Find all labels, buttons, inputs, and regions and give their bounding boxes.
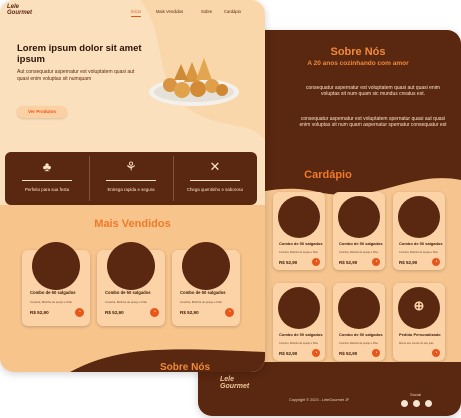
feature-item: ⚘ Entrega rapida e segura — [89, 152, 173, 205]
about-paragraph-1: consequatur aspernatur est voluptatem qu… — [306, 85, 440, 97]
product-image — [278, 196, 320, 238]
product-image — [182, 242, 230, 290]
product-price: R$ 52,90 — [339, 260, 358, 265]
copyright-text: Copyright © 2023 - LeleGourmet JF — [289, 398, 350, 402]
custom-order-card[interactable]: ⊕ Pedido Personalizado Monte seu combo d… — [393, 283, 445, 361]
feature-item: ♣ Perfeito para sua festa — [5, 152, 89, 205]
whatsapp-order-icon[interactable]: ◔ — [225, 308, 234, 317]
menu-title: Cardápio — [304, 169, 352, 181]
best-sellers-title: Mais Vendidos — [94, 218, 171, 230]
best-seller-card[interactable]: Combo de 50 salgados Coxinha, Bolinha de… — [97, 242, 165, 326]
about-title: Sobre Nós — [330, 46, 386, 58]
product-description: Coxinha, Bolinha de queijo e Kibe — [180, 300, 222, 304]
menu-card[interactable]: Combo de 50 salgados Coxinha, Bolinha de… — [273, 192, 325, 270]
product-description: Coxinha, Bolinha de queijo e Kibe — [399, 251, 438, 254]
product-price: R$ 52,90 — [279, 260, 298, 265]
facebook-icon[interactable] — [413, 400, 420, 407]
nav-item-mais-vendidos[interactable]: Mais Vendidos — [156, 9, 183, 14]
about-section-title: Sobre Nós — [160, 362, 211, 372]
product-description: Coxinha, Bolinha de queijo e Kibe — [339, 342, 378, 345]
home-page: Lele Gourmet Início Mais Vendidos Sobre C… — [0, 0, 265, 372]
about-subtitle: A 20 anos cozinhando com amor — [307, 60, 409, 67]
product-name: Combo de 50 salgados — [180, 290, 226, 295]
feature-text: Entrega rapida e segura — [107, 187, 155, 192]
whatsapp-order-icon[interactable]: ◔ — [75, 308, 84, 317]
whatsapp-icon[interactable] — [425, 400, 432, 407]
nav-item-sobre[interactable]: Sobre — [201, 9, 212, 14]
about-paragraph-2: consequatur aspernatur est voluptatem sp… — [299, 116, 447, 128]
product-price: R$ 52,90 — [180, 310, 199, 315]
cutlery-icon: ✕ — [209, 159, 221, 174]
product-price: R$ 52,90 — [279, 351, 298, 356]
brand-logo[interactable]: Lele Gourmet — [7, 4, 32, 16]
whatsapp-order-icon[interactable]: ◔ — [372, 349, 380, 357]
social-label: Social — [410, 392, 421, 397]
product-image — [278, 287, 320, 329]
view-products-button[interactable]: Ver Produtos — [17, 106, 67, 118]
nav-item-inicio[interactable]: Início — [131, 9, 142, 17]
product-image — [32, 242, 80, 290]
feature-text: Perfeito para sua festa — [24, 187, 70, 192]
product-image — [338, 196, 380, 238]
product-name: Combo de 50 salgados — [339, 241, 383, 246]
product-image — [338, 287, 380, 329]
best-seller-card[interactable]: Combo de 50 salgados Coxinha, Bolinha de… — [172, 242, 240, 326]
product-name: Combo de 50 salgados — [339, 332, 383, 337]
product-price: R$ 52,90 — [105, 310, 124, 315]
product-description: Monte seu combo do seu jeito — [399, 342, 434, 345]
menu-card[interactable]: Combo de 50 salgados Coxinha, Bolinha de… — [273, 283, 325, 361]
product-name: Combo de 50 salgados — [30, 290, 76, 295]
menu-card[interactable]: Combo de 50 salgados Coxinha, Bolinha de… — [393, 192, 445, 270]
snacks-plate-image — [149, 58, 239, 106]
feature-item: ✕ Chega quentinho e saboroso — [173, 152, 257, 205]
product-description: Coxinha, Bolinha de queijo e Kibe — [279, 251, 318, 254]
product-name: Combo de 50 salgados — [279, 241, 323, 246]
product-price: R$ 52,90 — [399, 260, 418, 265]
whatsapp-order-icon[interactable]: ◔ — [432, 258, 440, 266]
best-seller-card[interactable]: Combo de 50 salgados Coxinha, Bolinha de… — [22, 242, 90, 326]
top-navigation: Lele Gourmet Início Mais Vendidos Sobre C… — [0, 0, 265, 24]
hero-text: Aut consequatur aspernatur est voluptate… — [17, 69, 135, 82]
product-description: Coxinha, Bolinha de queijo e Kibe — [279, 342, 318, 345]
product-name: Combo de 50 salgados — [279, 332, 323, 337]
whatsapp-order-icon[interactable]: ◔ — [372, 258, 380, 266]
whatsapp-order-icon[interactable]: ◔ — [312, 258, 320, 266]
moped-icon: ⚘ — [125, 159, 137, 174]
custom-order-image: ⊕ — [398, 287, 440, 329]
menu-card[interactable]: Combo de 50 salgados Coxinha, Bolinha de… — [333, 192, 385, 270]
product-price: R$ 52,90 — [30, 310, 49, 315]
features-bar: ♣ Perfeito para sua festa ⚘ Entrega rapi… — [5, 152, 257, 205]
whatsapp-order-icon[interactable]: ◔ — [150, 308, 159, 317]
cart-add-icon: ⊕ — [413, 298, 425, 313]
feature-text: Chega quentinho e saboroso — [186, 187, 244, 192]
menu-card[interactable]: Combo de 50 salgados Coxinha, Bolinha de… — [333, 283, 385, 361]
product-image — [107, 242, 155, 290]
product-description: Coxinha, Bolinha de queijo e Kibe — [30, 300, 72, 304]
product-name: Pedido Personalizado — [399, 332, 441, 337]
hero-title: Lorem ipsum dolor sit amet ipsum — [17, 43, 142, 65]
whatsapp-order-icon[interactable]: ◔ — [432, 349, 440, 357]
product-name: Combo de 50 salgados — [105, 290, 151, 295]
instagram-icon[interactable] — [401, 400, 408, 407]
product-price: R$ 52,90 — [339, 351, 358, 356]
cake-icon: ♣ — [42, 159, 52, 174]
nav-item-cardapio[interactable]: Cardápio — [224, 9, 241, 14]
product-image — [398, 196, 440, 238]
product-description: Coxinha, Bolinha de queijo e Kibe — [105, 300, 147, 304]
whatsapp-order-icon[interactable]: ◔ — [312, 349, 320, 357]
footer-logo: Lele Gourmet — [220, 376, 250, 390]
product-name: Combo de 50 salgados — [399, 241, 443, 246]
product-description: Coxinha, Bolinha de queijo e Kibe — [339, 251, 378, 254]
